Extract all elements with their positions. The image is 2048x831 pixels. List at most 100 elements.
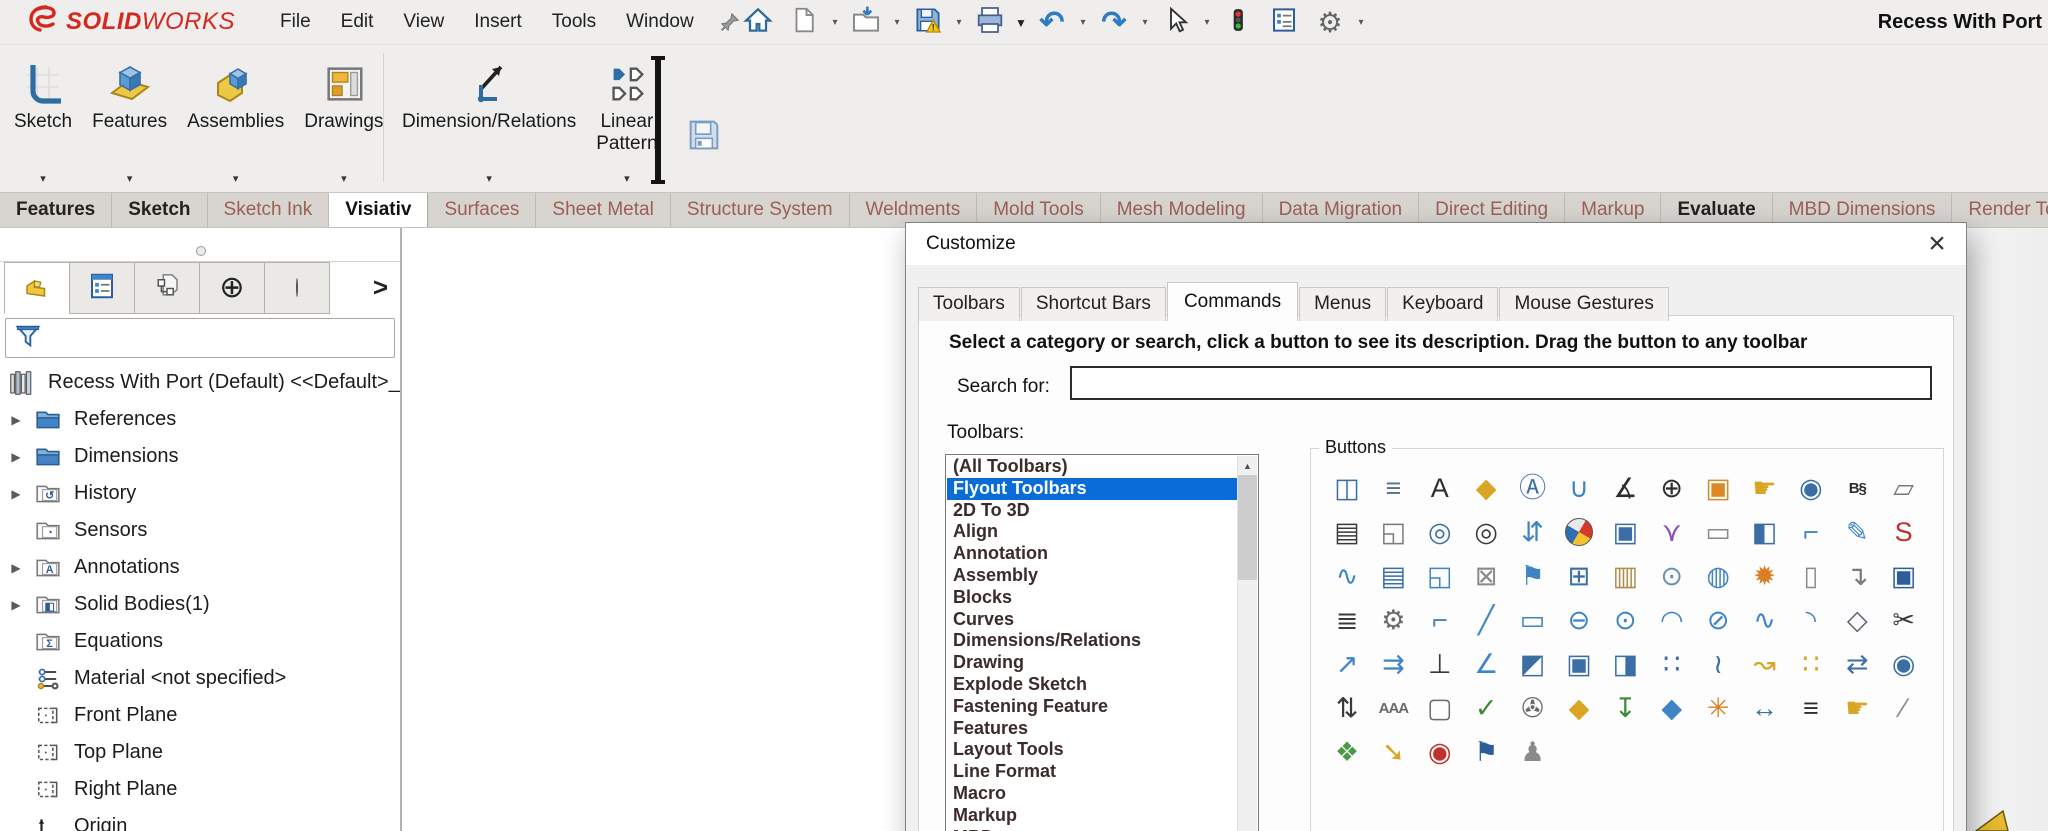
listbox-scrollbar[interactable]: ▲ xyxy=(1237,456,1257,831)
command-button-icon[interactable]: ◉ xyxy=(1882,643,1926,685)
select-cursor-button[interactable] xyxy=(1153,3,1199,43)
command-button-icon[interactable]: ◉ xyxy=(1418,731,1462,773)
command-button-icon[interactable]: ∿ xyxy=(1325,555,1369,597)
dropdown-arrow-icon[interactable]: ▾ xyxy=(827,17,843,28)
toolbar-category-item[interactable]: Flyout Toolbars xyxy=(947,478,1237,500)
tree-root-item[interactable]: Recess With Port (Default) <<Default>_D xyxy=(0,364,400,401)
toolbar-category-item[interactable]: Line Format xyxy=(947,761,1237,783)
command-button-icon[interactable]: ⇄ xyxy=(1835,643,1879,685)
command-button-icon[interactable]: ▯ xyxy=(1789,555,1833,597)
panel-expand-chevron-icon[interactable]: > xyxy=(373,272,388,303)
toolbar-category-item[interactable]: 2D To 3D xyxy=(947,500,1237,522)
command-button-icon[interactable]: ∡ xyxy=(1603,467,1647,509)
tree-item-top-plane[interactable]: Top Plane xyxy=(0,734,400,771)
expand-arrow-icon[interactable]: ▶ xyxy=(0,487,32,501)
commandmanager-tab-features[interactable]: Features xyxy=(0,193,112,227)
toolbar-category-item[interactable]: (All Toolbars) xyxy=(947,456,1237,478)
command-button-icon[interactable]: ≀ xyxy=(1696,643,1740,685)
redo-button[interactable]: ↷ xyxy=(1091,3,1137,43)
command-button-icon[interactable]: ◱ xyxy=(1418,555,1462,597)
dimxpertmanager-tab[interactable]: ⊕ xyxy=(199,262,265,314)
flyout-button-drawings[interactable]: Drawings▾ xyxy=(294,45,393,191)
command-button-icon[interactable]: ⚑ xyxy=(1511,555,1555,597)
command-button-icon[interactable]: ◆ xyxy=(1650,687,1694,729)
expand-arrow-icon[interactable]: ▶ xyxy=(0,413,32,427)
tree-item-material-not-specified[interactable]: Material <not specified> xyxy=(0,660,400,697)
command-button-icon[interactable]: ◉ xyxy=(1789,467,1833,509)
displaymanager-tab[interactable] xyxy=(264,262,330,314)
command-button-icon[interactable]: ⋎ xyxy=(1650,511,1694,553)
command-button-icon[interactable]: ✹ xyxy=(1743,555,1787,597)
command-button-icon[interactable]: ⊖ xyxy=(1557,599,1601,641)
traffic-light-button[interactable] xyxy=(1215,3,1261,43)
command-button-icon[interactable]: ∕ xyxy=(1882,687,1926,729)
commandmanager-tab-sketch[interactable]: Sketch xyxy=(112,193,207,227)
toolbar-category-item[interactable]: Annotation xyxy=(947,543,1237,565)
dropdown-arrow-icon[interactable]: ▾ xyxy=(1137,17,1153,28)
command-button-icon[interactable]: ✇ xyxy=(1511,687,1555,729)
home-button[interactable] xyxy=(735,3,781,43)
menu-item-tools[interactable]: Tools xyxy=(537,0,611,44)
command-button-icon[interactable]: ✓ xyxy=(1464,687,1508,729)
flyout-button-sketch[interactable]: Sketch▾ xyxy=(4,45,82,191)
panel-splitter[interactable] xyxy=(0,228,400,262)
command-button-icon[interactable]: ∠ xyxy=(1464,643,1508,685)
command-button-icon[interactable]: ◍ xyxy=(1696,555,1740,597)
dropdown-arrow-icon[interactable]: ▾ xyxy=(624,172,630,185)
command-button-icon[interactable]: ∿ xyxy=(1743,599,1787,641)
command-button-icon[interactable]: ▤ xyxy=(1371,555,1415,597)
commandmanager-tab-sketch-ink[interactable]: Sketch Ink xyxy=(208,193,330,227)
command-button-icon[interactable]: ≣ xyxy=(1325,599,1369,641)
splitter-handle-icon[interactable] xyxy=(196,246,206,256)
save-flyout-icon[interactable] xyxy=(684,115,724,160)
options-gear-button[interactable]: ⚙ xyxy=(1307,3,1353,43)
dropdown-arrow-icon[interactable]: ▼ xyxy=(1013,16,1029,30)
command-button-icon[interactable]: ❖ xyxy=(1325,731,1369,773)
command-button-icon[interactable]: ⌐ xyxy=(1789,511,1833,553)
menu-item-insert[interactable]: Insert xyxy=(459,0,537,44)
command-button-icon[interactable]: ➘ xyxy=(1371,731,1415,773)
dialog-tab-menus[interactable]: Menus xyxy=(1299,287,1386,321)
command-button-icon[interactable]: ◎ xyxy=(1464,511,1508,553)
print-button[interactable] xyxy=(967,3,1013,43)
command-button-icon[interactable]: ⇅ xyxy=(1325,687,1369,729)
undo-button[interactable]: ↶ xyxy=(1029,3,1075,43)
toolbar-category-item[interactable]: Align xyxy=(947,521,1237,543)
new-document-button[interactable] xyxy=(781,3,827,43)
command-button-icon[interactable]: ≡ xyxy=(1371,467,1415,509)
toolbar-category-item[interactable]: Curves xyxy=(947,609,1237,631)
expand-arrow-icon[interactable]: ▶ xyxy=(0,598,32,612)
menu-item-window[interactable]: Window xyxy=(611,0,709,44)
command-button-icon[interactable]: ♟ xyxy=(1511,731,1555,773)
command-button-icon[interactable]: ↧ xyxy=(1603,687,1647,729)
command-button-icon[interactable]: ⌐ xyxy=(1418,599,1462,641)
command-button-icon[interactable]: ▢ xyxy=(1418,687,1462,729)
search-input[interactable] xyxy=(1070,366,1932,400)
toolbar-category-item[interactable]: Layout Tools xyxy=(947,739,1237,761)
expand-arrow-icon[interactable]: ▶ xyxy=(0,450,32,464)
command-button-icon[interactable]: ◆ xyxy=(1557,687,1601,729)
tree-item-references[interactable]: ▶References xyxy=(0,401,400,438)
command-button-icon[interactable]: ⊞ xyxy=(1557,555,1601,597)
tree-item-equations[interactable]: ΣEquations xyxy=(0,623,400,660)
command-button-icon[interactable]: ⇵ xyxy=(1511,511,1555,553)
command-button-icon[interactable]: ▣ xyxy=(1696,467,1740,509)
tree-item-sensors[interactable]: ◔Sensors xyxy=(0,512,400,549)
command-button-icon[interactable]: ✂ xyxy=(1882,599,1926,641)
command-button-icon[interactable]: ◆ xyxy=(1464,467,1508,509)
command-button-icon[interactable]: ▭ xyxy=(1696,511,1740,553)
command-button-icon[interactable]: ∪ xyxy=(1557,467,1601,509)
toolbar-category-item[interactable]: Blocks xyxy=(947,587,1237,609)
save-warning-button[interactable]: ! xyxy=(905,3,951,43)
command-button-icon[interactable]: ⊠ xyxy=(1464,555,1508,597)
toolbar-category-item[interactable]: Drawing xyxy=(947,652,1237,674)
dialog-tab-keyboard[interactable]: Keyboard xyxy=(1387,287,1498,321)
dropdown-arrow-icon[interactable]: ▾ xyxy=(889,17,905,28)
command-button-icon[interactable]: ▤ xyxy=(1325,511,1369,553)
command-button-icon[interactable]: ∷ xyxy=(1789,643,1833,685)
command-button-icon[interactable]: ◇ xyxy=(1835,599,1879,641)
command-button-icon[interactable]: ◎ xyxy=(1418,511,1462,553)
command-button-icon[interactable]: ⚙ xyxy=(1371,599,1415,641)
dropdown-arrow-icon[interactable]: ▾ xyxy=(40,172,46,185)
command-button-icon[interactable]: ▱ xyxy=(1882,467,1926,509)
